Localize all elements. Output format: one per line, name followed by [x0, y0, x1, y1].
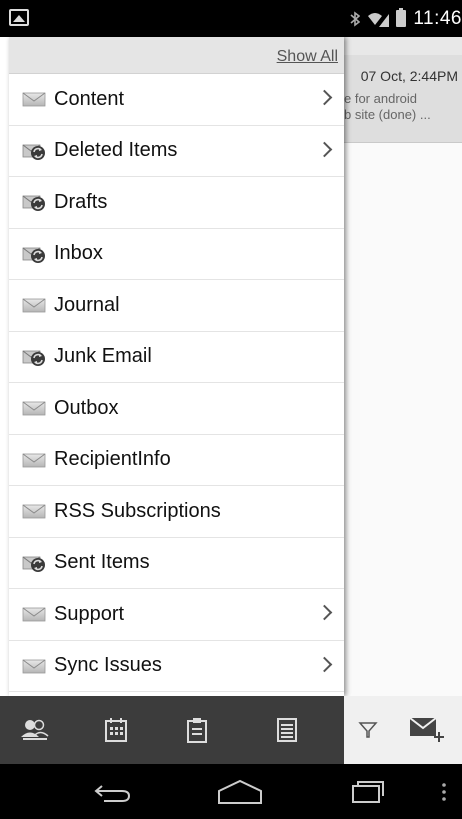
contacts-icon: [21, 719, 49, 740]
message-preview-line-2: b site (done) ...: [344, 107, 431, 122]
folder-label: Drafts: [54, 190, 108, 213]
notes-button[interactable]: [267, 710, 307, 750]
folder-label: Junk Email: [54, 345, 152, 368]
tasks-button[interactable]: [177, 710, 217, 750]
mail-icon: [22, 449, 46, 471]
back-button[interactable]: [88, 772, 136, 812]
back-icon: [94, 785, 131, 802]
recents-button[interactable]: [344, 772, 392, 812]
folder-label: Sent Items: [54, 551, 150, 574]
status-indicators: 11:46: [350, 0, 462, 37]
sync-mail-icon: [22, 552, 46, 574]
sync-mail-icon: [22, 191, 46, 213]
folder-item-recipientinfo[interactable]: RecipientInfo: [9, 435, 344, 486]
sync-mail-icon: [22, 346, 46, 368]
folder-label: Journal: [54, 293, 120, 316]
bluetooth-icon: [350, 10, 361, 27]
message-preview-line-1: e for android: [344, 91, 417, 106]
folder-item-outbox[interactable]: Outbox: [9, 383, 344, 435]
overflow-icon: [442, 783, 446, 801]
mail-icon: [22, 500, 46, 522]
folder-drawer: Show All Content Deleted Items Drafts Inbox…: [9, 37, 344, 696]
chevron-right-icon[interactable]: [316, 141, 333, 158]
calendar-icon: [105, 718, 127, 742]
notes-icon: [277, 718, 297, 742]
contacts-button[interactable]: [15, 710, 55, 750]
wifi-signal-icon: [368, 12, 390, 27]
filter-icon: [358, 722, 378, 738]
folder-item-sync-issues[interactable]: Sync Issues: [9, 641, 344, 692]
show-all-link[interactable]: Show All: [277, 48, 338, 66]
message-time: 07 Oct, 2:44PM: [360, 68, 458, 84]
chevron-right-icon[interactable]: [316, 89, 333, 106]
chevron-right-icon[interactable]: [316, 656, 333, 673]
system-nav-bar: [0, 764, 462, 819]
message-list-item[interactable]: 07 Oct, 2:44PM e for android b site (don…: [344, 55, 462, 143]
clipboard-icon: [187, 718, 207, 743]
folder-label: Content: [54, 87, 125, 110]
folder-item-deleted-items[interactable]: Deleted Items: [9, 126, 344, 177]
status-bar: 11:46: [0, 0, 462, 37]
mail-icon: [22, 397, 46, 419]
drawer-header: Show All: [9, 37, 344, 74]
mail-icon: [22, 294, 46, 316]
compose-button[interactable]: [406, 710, 446, 750]
filter-button[interactable]: [348, 710, 388, 750]
message-list-header: [344, 37, 462, 55]
folder-label: Outbox: [54, 396, 119, 419]
folder-label: Support: [54, 602, 125, 625]
home-button[interactable]: [212, 772, 268, 812]
folder-item-sent-items[interactable]: Sent Items: [9, 538, 344, 589]
battery-icon: [396, 8, 407, 27]
calendar-button[interactable]: [96, 710, 136, 750]
folder-label: RSS Subscriptions: [54, 499, 221, 522]
folder-label: Deleted Items: [54, 139, 178, 162]
folder-item-journal[interactable]: Journal: [9, 280, 344, 332]
mail-icon: [22, 88, 46, 110]
sync-mail-icon: [22, 243, 46, 265]
folder-item-junk-email[interactable]: Junk Email: [9, 332, 344, 383]
folder-list: Content Deleted Items Drafts Inbox Journal Ju…: [9, 74, 344, 692]
folder-label: RecipientInfo: [54, 448, 171, 471]
folder-item-content[interactable]: Content: [9, 74, 344, 126]
message-toolbar: [344, 696, 462, 764]
mail-icon: [22, 603, 46, 625]
image-notification-icon: [9, 9, 29, 26]
chevron-right-icon[interactable]: [316, 604, 333, 621]
folder-item-support[interactable]: Support: [9, 589, 344, 641]
sync-mail-icon: [22, 140, 46, 162]
status-clock: 11:46: [413, 7, 462, 29]
mail-icon: [22, 655, 46, 677]
folder-label: Inbox: [54, 242, 103, 265]
overflow-menu-button[interactable]: [434, 772, 454, 812]
folder-item-inbox[interactable]: Inbox: [9, 229, 344, 280]
home-icon: [218, 779, 262, 804]
recents-icon: [352, 781, 384, 803]
folder-label: Sync Issues: [54, 654, 162, 677]
compose-mail-icon: [409, 717, 444, 742]
folder-item-drafts[interactable]: Drafts: [9, 177, 344, 229]
folder-item-rss-subscriptions[interactable]: RSS Subscriptions: [9, 486, 344, 538]
